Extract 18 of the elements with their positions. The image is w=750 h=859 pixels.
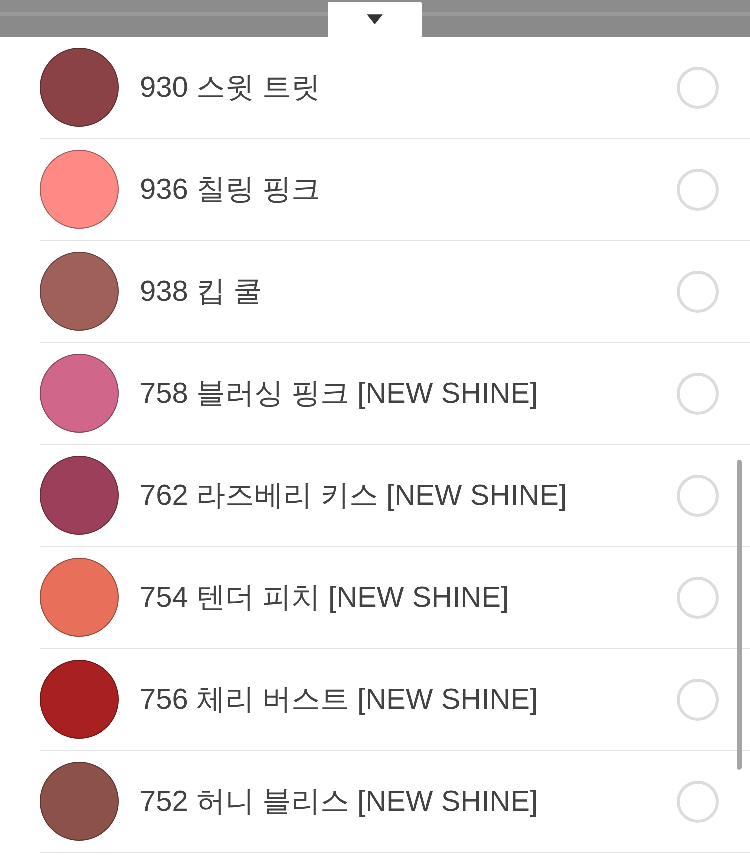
- radio-button[interactable]: [677, 168, 719, 210]
- option-label: 762 라즈베리 키스 [NEW SHINE]: [140, 478, 568, 514]
- radio-button[interactable]: [677, 372, 719, 414]
- scrollbar-thumb[interactable]: [737, 460, 742, 770]
- radio-button[interactable]: [677, 576, 719, 618]
- option-label: 754 텐더 피치 [NEW SHINE]: [140, 580, 510, 616]
- option-label: 756 체리 버스트 [NEW SHINE]: [140, 682, 540, 718]
- radio-button[interactable]: [677, 678, 719, 720]
- radio-button[interactable]: [677, 474, 719, 516]
- option-label: 938 킵 쿨: [140, 274, 264, 310]
- option-label: 752 허니 블리스 [NEW SHINE]: [140, 784, 540, 820]
- collapse-toggle-button[interactable]: ▼: [328, 2, 422, 37]
- option-label: 758 블러싱 핑크 [NEW SHINE]: [140, 376, 540, 412]
- option-label: 936 칠링 핑크: [140, 172, 322, 208]
- radio-button[interactable]: [677, 780, 719, 822]
- radio-button[interactable]: [677, 270, 719, 312]
- option-label: 930 스윗 트릿: [140, 70, 322, 106]
- radio-button[interactable]: [677, 66, 719, 108]
